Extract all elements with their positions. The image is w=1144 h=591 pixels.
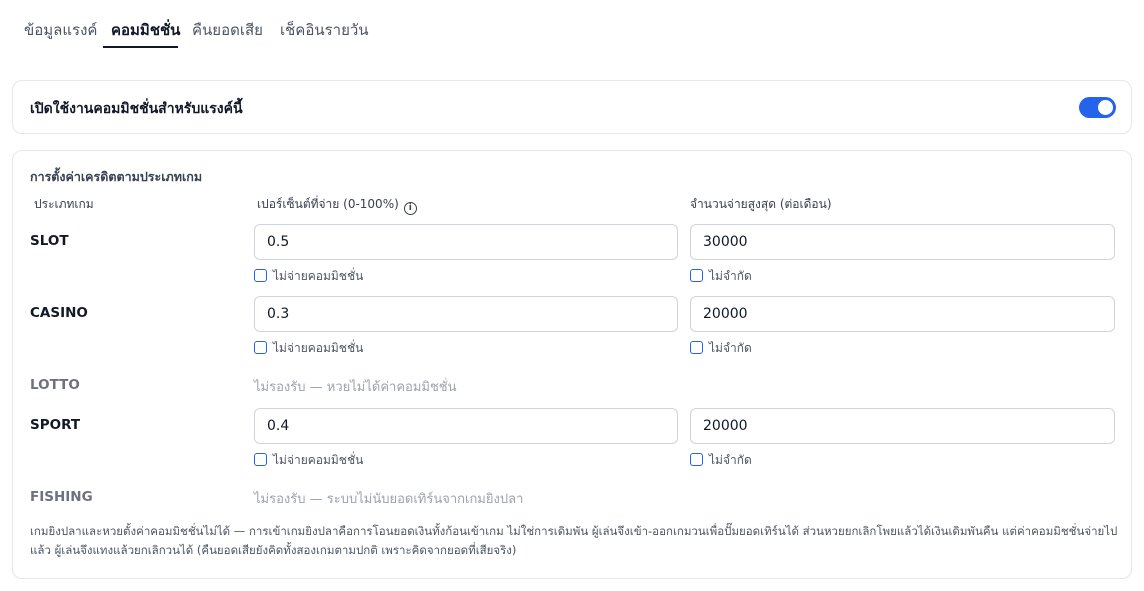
game-name-slot: SLOT bbox=[30, 233, 69, 249]
game-name-fishing: FISHING bbox=[30, 489, 93, 505]
slot-max-input[interactable]: 30000 bbox=[690, 224, 1115, 260]
tab-rank-info[interactable]: ข้อมูลแรงค์ bbox=[24, 18, 97, 42]
sport-max-input[interactable]: 20000 bbox=[690, 408, 1115, 444]
casino-percent-input[interactable]: 0.3 bbox=[254, 296, 678, 332]
checkbox-icon[interactable] bbox=[690, 269, 703, 282]
sport-unlimited-checkbox[interactable]: ไม่จำกัด bbox=[690, 451, 752, 470]
slot-percent-input[interactable]: 0.5 bbox=[254, 224, 678, 260]
lotto-unsupported-note: ไม่รองรับ — หวยไม่ได้ค่าคอมมิชชั่น bbox=[254, 380, 457, 395]
column-header-percent-label: เปอร์เซ็นต์ที่จ่าย (0-100%) bbox=[257, 197, 399, 211]
column-header-max: จำนวนจ่ายสูงสุด (ต่อเดือน) bbox=[690, 197, 832, 211]
slot-unlimited-checkbox[interactable]: ไม่จำกัด bbox=[690, 267, 752, 286]
checkbox-icon[interactable] bbox=[690, 341, 703, 354]
casino-no-commission-checkbox[interactable]: ไม่จ่ายคอมมิชชั่น bbox=[254, 339, 363, 358]
info-icon[interactable]: i bbox=[403, 202, 417, 215]
sport-percent-input[interactable]: 0.4 bbox=[254, 408, 678, 444]
no-commission-label: ไม่จ่ายคอมมิชชั่น bbox=[273, 341, 364, 355]
column-header-percent: เปอร์เซ็นต์ที่จ่าย (0-100%) i bbox=[257, 195, 417, 215]
column-header-game-type: ประเภทเกม bbox=[34, 197, 94, 211]
tab-bar: ข้อมูลแรงค์ คอมมิชชั่น คืนยอดเสีย เช็คอิ… bbox=[12, 0, 1132, 49]
checkbox-icon[interactable] bbox=[254, 341, 267, 354]
checkbox-icon[interactable] bbox=[254, 269, 267, 282]
tab-commission[interactable]: คอมมิชชั่น bbox=[111, 18, 180, 42]
enable-commission-label: เปิดใช้งานคอมมิชชั่นสำหรับแรงค์นี้ bbox=[30, 101, 243, 117]
game-type-settings-card: การตั้งค่าเครดิตตามประเภทเกม ประเภทเกม เ… bbox=[12, 150, 1132, 579]
tab-daily-checkin[interactable]: เช็คอินรายวัน bbox=[280, 18, 369, 42]
game-name-lotto: LOTTO bbox=[30, 377, 80, 393]
active-tab-indicator bbox=[103, 46, 178, 48]
unlimited-label: ไม่จำกัด bbox=[709, 453, 752, 467]
game-name-sport: SPORT bbox=[30, 417, 81, 433]
casino-max-input[interactable]: 20000 bbox=[690, 296, 1115, 332]
enable-commission-toggle[interactable] bbox=[1079, 97, 1116, 118]
no-commission-label: ไม่จ่ายคอมมิชชั่น bbox=[273, 269, 364, 283]
tab-cashback[interactable]: คืนยอดเสีย bbox=[192, 18, 263, 42]
game-name-casino: CASINO bbox=[30, 305, 88, 321]
checkbox-icon[interactable] bbox=[254, 453, 267, 466]
no-commission-label: ไม่จ่ายคอมมิชชั่น bbox=[273, 453, 364, 467]
unlimited-label: ไม่จำกัด bbox=[709, 341, 752, 355]
slot-no-commission-checkbox[interactable]: ไม่จ่ายคอมมิชชั่น bbox=[254, 267, 363, 286]
sport-no-commission-checkbox[interactable]: ไม่จ่ายคอมมิชชั่น bbox=[254, 451, 363, 470]
toggle-knob bbox=[1098, 100, 1113, 115]
enable-commission-card: เปิดใช้งานคอมมิชชั่นสำหรับแรงค์นี้ bbox=[12, 80, 1132, 134]
fishing-unsupported-note: ไม่รองรับ — ระบบไม่นับยอดเทิร์นจากเกมยิง… bbox=[254, 492, 524, 507]
unlimited-label: ไม่จำกัด bbox=[709, 269, 752, 283]
footnote: เกมยิงปลาและหวยตั้งค่าคอมมิชชั่นไม่ได้ —… bbox=[30, 524, 1118, 557]
checkbox-icon[interactable] bbox=[690, 453, 703, 466]
casino-unlimited-checkbox[interactable]: ไม่จำกัด bbox=[690, 339, 752, 358]
section-title: การตั้งค่าเครดิตตามประเภทเกม bbox=[30, 169, 203, 184]
